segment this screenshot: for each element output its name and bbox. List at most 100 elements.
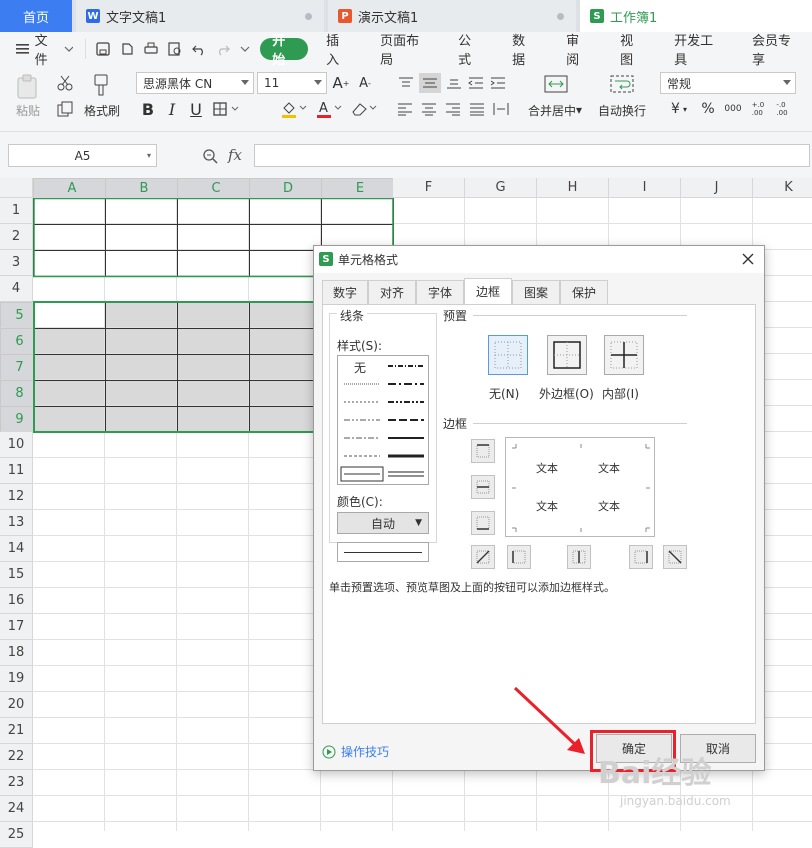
hamburger-menu[interactable]: 文件 [0,34,85,68]
undo-icon[interactable] [192,42,206,56]
row-header-12[interactable]: 12 [0,484,33,510]
tab-number[interactable]: 数字 [322,280,368,304]
align-top-icon[interactable] [397,76,415,90]
zoom-icon[interactable] [202,148,218,164]
border-bottom-button[interactable] [471,511,495,535]
row-header-23[interactable]: 23 [0,770,33,796]
percent-button[interactable]: % [698,98,718,120]
tab-pattern[interactable]: 图案 [512,280,560,304]
align-center-icon[interactable] [420,102,438,116]
border-diag-up-button[interactable] [471,545,495,569]
tab-border[interactable]: 边框 [464,278,512,304]
export-icon[interactable] [120,42,134,56]
row-header-10[interactable]: 10 [0,432,33,458]
column-header-i[interactable]: I [609,178,681,198]
row-header-14[interactable]: 14 [0,536,33,562]
font-size-select[interactable]: 11 [257,72,327,94]
row-header-17[interactable]: 17 [0,614,33,640]
column-header-j[interactable]: J [681,178,753,198]
column-header-a[interactable]: A [33,178,105,198]
clear-dropdown[interactable] [350,98,380,120]
row-header-22[interactable]: 22 [0,744,33,770]
font-color-dropdown[interactable]: A [315,98,345,120]
column-header-h[interactable]: H [537,178,609,198]
row-header-25[interactable]: 25 [0,822,33,848]
merge-center-button[interactable] [536,72,576,96]
column-header-k[interactable]: K [753,178,812,198]
preset-none-button[interactable] [488,335,528,375]
paste-button[interactable] [12,72,44,102]
menu-data[interactable]: 数据 [500,34,548,68]
save-icon[interactable] [96,42,110,56]
fill-color-dropdown[interactable] [280,98,310,120]
row-header-1[interactable]: 1 [0,198,33,224]
decimal-decrease-button[interactable]: -.0 .00 [772,98,792,120]
align-left-icon[interactable] [396,102,414,116]
row-header-8[interactable]: 8 [0,380,33,406]
column-header-c[interactable]: C [177,178,249,198]
wrap-text-label[interactable]: 自动换行 [592,102,652,118]
thousands-button[interactable]: 000 [722,98,744,120]
align-middle-icon[interactable] [419,73,441,93]
border-right-button[interactable] [629,545,653,569]
border-diag-down-button[interactable] [663,545,687,569]
row-header-9[interactable]: 9 [0,406,33,432]
row-header-4[interactable]: 4 [0,276,33,302]
function-icon[interactable]: fx [228,146,242,164]
justify-icon[interactable] [468,102,486,116]
menu-view[interactable]: 视图 [608,34,656,68]
tab-protection[interactable]: 保护 [560,280,608,304]
border-middle-h-button[interactable] [471,475,495,499]
increase-font-icon[interactable]: A + [332,72,350,94]
tab-doc1[interactable]: W 文字文稿1 [76,0,324,32]
merge-center-label[interactable]: 合并居中 ▾ [522,102,588,118]
font-name-select[interactable]: 思源黑体 CN [136,72,254,94]
tab-alignment[interactable]: 对齐 [368,280,416,304]
preset-inside-button[interactable] [604,335,644,375]
decrease-font-icon[interactable]: A- [356,72,374,94]
menu-review[interactable]: 审阅 [554,34,602,68]
name-box[interactable]: A5 ▾ [8,144,157,167]
row-header-20[interactable]: 20 [0,692,33,718]
row-header-16[interactable]: 16 [0,588,33,614]
line-style-list[interactable]: 无 [337,355,429,485]
redo-icon[interactable] [216,42,231,56]
tab-font[interactable]: 字体 [416,280,464,304]
row-header-11[interactable]: 11 [0,458,33,484]
border-top-button[interactable] [471,439,495,463]
menu-page-layout[interactable]: 页面布局 [368,34,440,68]
row-header-24[interactable]: 24 [0,796,33,822]
row-header-15[interactable]: 15 [0,562,33,588]
row-header-18[interactable]: 18 [0,640,33,666]
border-preview-box[interactable]: 文本 文本 文本 文本 [505,437,655,537]
customize-toolbar-icon[interactable] [240,45,250,53]
column-header-f[interactable]: F [393,178,465,198]
copy-button[interactable] [54,98,76,120]
distribute-icon[interactable] [492,102,510,116]
italic-icon[interactable]: I [162,98,182,120]
column-header-b[interactable]: B [105,178,177,198]
tips-link[interactable]: 操作技巧 [322,743,389,760]
border-middle-v-button[interactable] [567,545,591,569]
row-header-13[interactable]: 13 [0,510,33,536]
row-header-2[interactable]: 2 [0,224,33,250]
color-select[interactable]: 自动 ▼ [337,512,429,534]
align-bottom-icon[interactable] [445,76,463,90]
menu-start[interactable]: 开始 [260,34,309,68]
underline-icon[interactable]: U [186,98,206,120]
border-dropdown[interactable] [212,98,242,120]
currency-button[interactable]: ¥ ▾ [664,98,694,120]
format-painter-button[interactable] [88,72,114,98]
close-icon[interactable] [742,253,754,265]
cut-button[interactable] [54,72,76,94]
border-left-button[interactable] [507,545,531,569]
column-header-d[interactable]: D [249,178,321,198]
decimal-increase-button[interactable]: +.0 .00 [748,98,768,120]
indent-increase-icon[interactable] [489,76,507,90]
wrap-text-button[interactable] [604,72,640,96]
bold-icon[interactable]: B [138,98,158,120]
tab-doc1-close-dot[interactable] [305,13,312,20]
row-header-6[interactable]: 6 [0,328,33,354]
column-header-e[interactable]: E [321,178,393,198]
print-preview-icon[interactable] [168,42,182,56]
